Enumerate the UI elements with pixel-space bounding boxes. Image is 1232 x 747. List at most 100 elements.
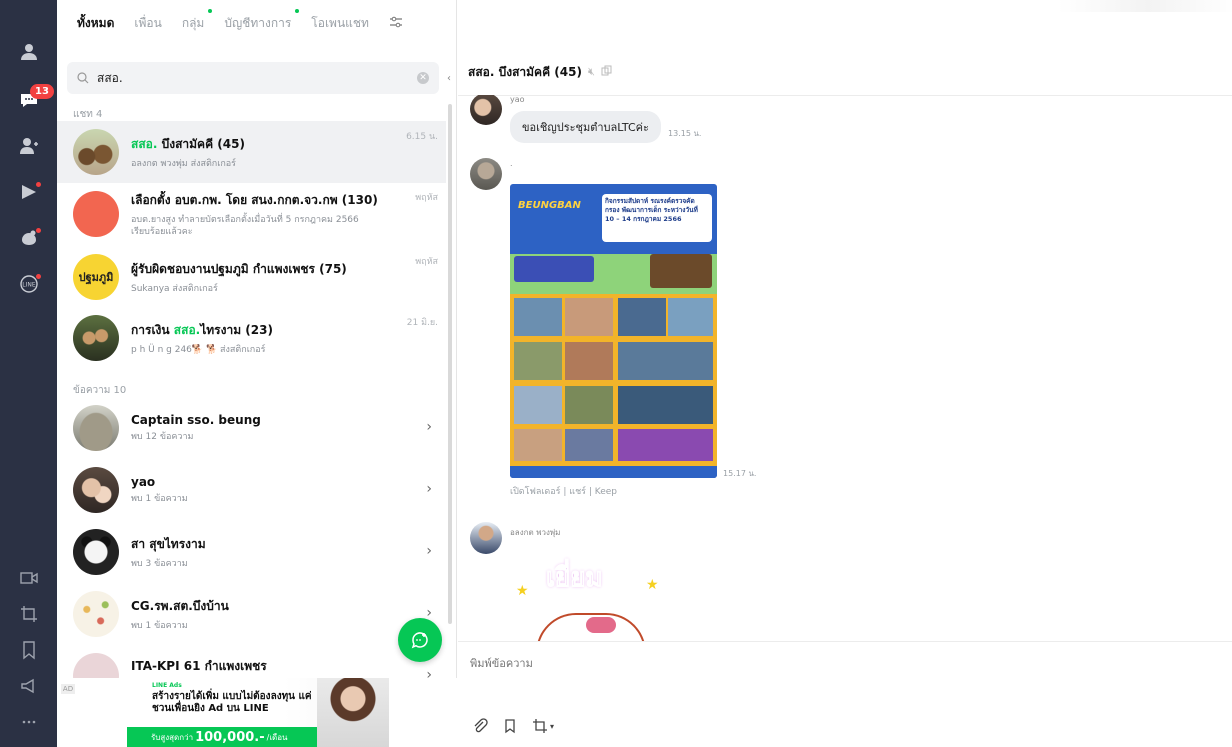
composer-toolbar: ▾ [472, 718, 554, 734]
tab-label: โอเพนแชท [311, 16, 369, 30]
sender-avatar[interactable] [470, 158, 502, 190]
chat-time: พฤหัส [415, 193, 438, 203]
chevron-right-icon: › [426, 419, 432, 435]
image-actions[interactable]: เปิดโฟลเดอร์ | แชร์ | Keep [510, 484, 617, 498]
collapse-panel-icon[interactable]: ‹ [443, 62, 455, 94]
ad-brand: LINE Ads [152, 682, 182, 689]
svg-text:LINE: LINE [22, 282, 36, 289]
tab-groups[interactable]: กลุ่ม [172, 9, 215, 33]
search-input[interactable] [97, 71, 417, 85]
chat-name: ITA-KPI 61 กำแพงเพชร [131, 659, 267, 673]
match-count: พบ 1 ข้อความ [131, 494, 188, 504]
ad-tag: AD [61, 684, 75, 694]
message-composer: ▾ [458, 641, 1232, 747]
chat-name: เลือกตั้ง อบต.กพ. โดย สนง.กกต.จว.กพ (130… [131, 192, 378, 207]
chat-row[interactable]: สสอ. บึงสามัคคี (45) อลงกต พวงพุ่ม ส่งสต… [57, 121, 446, 183]
tab-friends[interactable]: เพื่อน [124, 14, 171, 33]
chat-time: 21 มิ.ย. [406, 318, 438, 328]
announcement-icon[interactable] [0, 666, 57, 706]
more-icon[interactable] [0, 702, 57, 742]
chat-row[interactable]: เลือกตั้ง อบต.กพ. โดย สนง.กกต.จว.กพ (130… [57, 182, 446, 246]
message-result-row[interactable]: CG.รพ.สต.บึงบ้าน พบ 1 ข้อความ › [57, 583, 446, 645]
message-input[interactable] [470, 654, 1210, 704]
left-rail: 13 LINE [0, 0, 57, 747]
voom-dot [36, 182, 41, 187]
sender-name: . [510, 159, 513, 168]
friends-icon[interactable] [0, 32, 57, 72]
chat-time: พฤหัส [415, 257, 438, 267]
chat-time: 6.15 น. [406, 132, 438, 142]
chat-header: สสอ. บึงสามัคคี (45) 🔇︎ [458, 49, 1232, 96]
message-result-row[interactable]: สา สุขไทรงาม พบ 3 ข้อความ › [57, 521, 446, 583]
sender-name: yao [510, 95, 525, 104]
chevron-right-icon: › [426, 543, 432, 559]
chat-badge: 13 [30, 84, 54, 99]
keep-icon[interactable] [0, 630, 57, 670]
sender-avatar[interactable] [470, 95, 502, 125]
poster-title: กิจกรรมสัปดาห์ รณรงค์ตรวจคัดกรอง พัฒนากา… [602, 194, 712, 242]
ad-banner[interactable]: LINE Ads สร้างรายได้เพิ่ม แบบไม่ต้องลงทุ… [127, 678, 389, 747]
chat-row[interactable]: การเงิน สสอ.ไทรงาม (23) p h Ü n g 246🐕 🐕… [57, 307, 446, 369]
shared-image[interactable]: BEUNGBAN กิจกรรมสัปดาห์ รณรงค์ตรวจคัดกรอ… [510, 184, 717, 478]
chat-name: CG.รพ.สต.บึงบ้าน [131, 598, 229, 613]
openchat-dot [36, 228, 41, 233]
match-count: พบ 12 ข้อความ [131, 432, 194, 442]
message-result-row[interactable]: Captain sso. beung พบ 12 ข้อความ › [57, 397, 446, 459]
add-friend-icon[interactable] [0, 126, 57, 166]
chat-name: yao [131, 475, 156, 489]
sticker-image[interactable]: เยี่ยม ★ ★ [516, 553, 676, 641]
openchat-icon[interactable] [0, 218, 57, 258]
screenshot-icon[interactable] [532, 718, 548, 734]
section-chats: แชท 4 [73, 109, 103, 120]
chat-preview: อลงกต พวงพุ่ม ส่งสติกเกอร์ [131, 158, 237, 169]
tab-all[interactable]: ทั้งหมด [67, 14, 124, 33]
match-count: พบ 3 ข้อความ [131, 558, 188, 569]
keep-icon[interactable] [502, 718, 518, 734]
tab-dot [208, 9, 213, 13]
tab-official[interactable]: บัญชีทางการ [214, 9, 301, 33]
new-chat-button[interactable] [398, 618, 442, 662]
line-app: 13 LINE ทั้งหมด เพื่อน กลุ่ม บัญชีทางการ… [0, 0, 1232, 747]
chat-row[interactable]: ปฐมภูมิ ผู้รับผิดชอบงานปฐมภูมิ กำแพงเพชร… [57, 246, 446, 308]
avatar [73, 191, 119, 237]
filter-tabs: ทั้งหมด เพื่อน กลุ่ม บัญชีทางการ โอเพนแช… [57, 0, 456, 47]
match-count: พบ 1 ข้อความ [131, 620, 188, 631]
chat-name: สสอ. บึงสามัคคี (45) [131, 136, 245, 151]
avatar: ปฐมภูมิ [73, 254, 119, 300]
tab-label: บัญชีทางการ [224, 16, 292, 30]
message-bubble[interactable]: ขอเชิญประชุมตำบลLTCค่ะ [510, 111, 661, 143]
tab-label: เพื่อน [134, 16, 162, 30]
sender-name: อลงกต พวงพุ่ม [510, 528, 561, 537]
top-fade [1058, 0, 1232, 12]
voom-icon[interactable] [0, 172, 57, 212]
avatar [73, 315, 119, 361]
ad-promo: รับสูงสุดกว่า 100,000.-/เดือน [127, 727, 317, 747]
chevron-right-icon: › [426, 481, 432, 497]
tab-openchat[interactable]: โอเพนแชท [301, 14, 379, 33]
attach-icon[interactable] [472, 718, 488, 734]
message-area: yao ขอเชิญประชุมตำบลLTCค่ะ 13.15 น. . BE… [458, 95, 1232, 641]
sender-avatar[interactable] [470, 522, 502, 554]
list-scrollbar[interactable] [448, 104, 452, 624]
avatar [73, 129, 119, 175]
sticker-text: เยี่ยม [546, 563, 603, 594]
mute-icon[interactable]: 🔇︎ [588, 65, 595, 79]
clear-search-icon[interactable]: ✕ [417, 72, 429, 84]
ad-banner-area[interactable]: AD LINE Ads สร้างรายได้เพิ่ม แบบไม่ต้องล… [57, 678, 457, 747]
new-chat-icon [411, 632, 428, 649]
video-call-icon[interactable] [0, 558, 57, 598]
tab-dot [295, 9, 300, 13]
message-time: 15.17 น. [723, 469, 757, 478]
chat-preview: p h Ü n g 246🐕 🐕 ส่งสติกเกอร์ [131, 344, 266, 355]
avatar-logo-text: ปฐมภูมิ [78, 271, 114, 284]
line-service-icon[interactable]: LINE [0, 264, 57, 304]
filter-settings-icon[interactable] [379, 16, 413, 31]
chevron-down-icon[interactable]: ▾ [550, 722, 554, 731]
message-result-row[interactable]: yao พบ 1 ข้อความ › [57, 459, 446, 521]
copy-link-icon[interactable] [601, 65, 612, 79]
chats-icon[interactable]: 13 [0, 80, 57, 120]
avatar [73, 405, 119, 451]
avatar [73, 529, 119, 575]
screenshot-icon[interactable] [0, 594, 57, 634]
section-messages: ข้อความ 10 [73, 385, 127, 396]
